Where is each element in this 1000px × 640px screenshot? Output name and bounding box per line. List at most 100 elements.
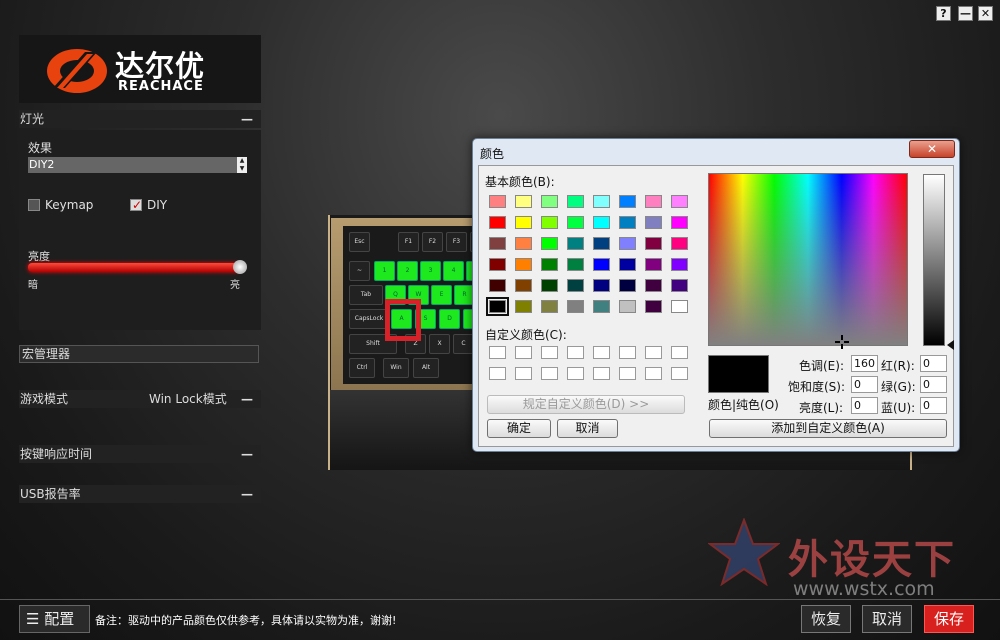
basic-color-swatch[interactable] <box>541 237 558 250</box>
basic-color-swatch[interactable] <box>515 237 532 250</box>
key[interactable]: 3 <box>420 261 441 281</box>
basic-color-swatch[interactable] <box>645 258 662 271</box>
key[interactable]: F3 <box>446 232 467 252</box>
basic-color-swatch[interactable] <box>515 258 532 271</box>
key[interactable]: 4 <box>443 261 464 281</box>
custom-color-swatch[interactable] <box>671 367 688 380</box>
basic-color-swatch[interactable] <box>619 237 636 250</box>
key[interactable]: F2 <box>422 232 443 252</box>
custom-color-swatch[interactable] <box>567 346 584 359</box>
basic-color-swatch[interactable] <box>645 216 662 229</box>
basic-color-swatch[interactable] <box>593 237 610 250</box>
basic-color-swatch[interactable] <box>619 216 636 229</box>
green-input[interactable]: 0 <box>920 376 947 393</box>
help-button[interactable]: ? <box>936 6 951 21</box>
basic-color-swatch[interactable] <box>645 300 662 313</box>
key[interactable]: X <box>429 334 450 354</box>
basic-color-swatch[interactable] <box>567 300 584 313</box>
basic-color-swatch[interactable] <box>486 297 509 316</box>
basic-color-swatch[interactable] <box>515 195 532 208</box>
luminance-input[interactable]: 0 <box>851 397 878 414</box>
custom-color-swatch[interactable] <box>515 367 532 380</box>
save-button[interactable]: 保存 <box>924 605 974 633</box>
hue-input[interactable]: 160 <box>851 355 878 372</box>
lighting-section-header[interactable]: 灯光 — <box>19 110 261 128</box>
luminance-slider[interactable] <box>923 174 945 346</box>
diy-checkbox[interactable] <box>130 199 142 211</box>
key[interactable]: CapsLock <box>349 309 389 329</box>
brightness-slider[interactable] <box>28 263 240 272</box>
basic-color-swatch[interactable] <box>593 195 610 208</box>
basic-color-swatch[interactable] <box>645 237 662 250</box>
basic-color-swatch[interactable] <box>593 300 610 313</box>
basic-color-swatch[interactable] <box>541 216 558 229</box>
basic-color-swatch[interactable] <box>567 195 584 208</box>
custom-color-swatch[interactable] <box>645 367 662 380</box>
collapse-icon[interactable]: — <box>241 110 253 128</box>
basic-color-swatch[interactable] <box>671 216 688 229</box>
add-custom-color-button[interactable]: 添加到自定义颜色(A) <box>709 419 947 438</box>
cancel-button[interactable]: 取消 <box>557 419 618 438</box>
key[interactable]: F1 <box>398 232 419 252</box>
basic-color-swatch[interactable] <box>515 279 532 292</box>
custom-color-swatch[interactable] <box>489 346 506 359</box>
basic-color-swatch[interactable] <box>619 258 636 271</box>
keymap-checkbox[interactable] <box>28 199 40 211</box>
minimize-button[interactable]: — <box>958 6 973 21</box>
custom-color-swatch[interactable] <box>593 346 610 359</box>
collapse-icon[interactable]: — <box>241 485 253 503</box>
basic-color-swatch[interactable] <box>567 258 584 271</box>
custom-color-swatch[interactable] <box>515 346 532 359</box>
key[interactable]: C <box>453 334 474 354</box>
basic-color-swatch[interactable] <box>671 258 688 271</box>
key[interactable]: 2 <box>397 261 418 281</box>
brightness-slider-handle[interactable] <box>233 260 247 274</box>
spin-arrows-icon[interactable]: ▲ ▼ <box>237 157 247 173</box>
basic-color-swatch[interactable] <box>593 258 610 271</box>
custom-color-swatch[interactable] <box>619 367 636 380</box>
custom-color-swatch[interactable] <box>619 346 636 359</box>
cancel-bottom-button[interactable]: 取消 <box>862 605 912 633</box>
luminance-arrow-icon[interactable] <box>947 340 954 350</box>
custom-color-swatch[interactable] <box>541 346 558 359</box>
basic-color-swatch[interactable] <box>489 237 506 250</box>
basic-color-swatch[interactable] <box>671 279 688 292</box>
custom-color-swatch[interactable] <box>567 367 584 380</box>
basic-color-swatch[interactable] <box>489 258 506 271</box>
dialog-close-button[interactable]: ✕ <box>909 140 955 158</box>
effect-select[interactable]: DIY2 ▲ ▼ <box>28 157 247 173</box>
saturation-input[interactable]: 0 <box>851 376 878 393</box>
basic-color-swatch[interactable] <box>567 279 584 292</box>
custom-color-swatch[interactable] <box>671 346 688 359</box>
custom-color-swatch[interactable] <box>489 367 506 380</box>
basic-color-swatch[interactable] <box>489 279 506 292</box>
response-time-section-header[interactable]: 按键响应时间 — <box>19 445 261 463</box>
key[interactable]: D <box>439 309 460 329</box>
key[interactable]: Esc <box>349 232 370 252</box>
game-mode-section-header[interactable]: 游戏模式 Win Lock模式 — <box>19 390 261 408</box>
red-input[interactable]: 0 <box>920 355 947 372</box>
basic-color-swatch[interactable] <box>541 195 558 208</box>
custom-color-swatch[interactable] <box>541 367 558 380</box>
basic-color-swatch[interactable] <box>515 216 532 229</box>
basic-color-swatch[interactable] <box>619 195 636 208</box>
basic-color-swatch[interactable] <box>541 279 558 292</box>
basic-color-swatch[interactable] <box>515 300 532 313</box>
collapse-icon[interactable]: — <box>241 445 253 463</box>
define-custom-colors-button[interactable]: 规定自定义颜色(D) >> <box>487 395 685 414</box>
basic-color-swatch[interactable] <box>567 237 584 250</box>
color-spectrum[interactable] <box>708 173 908 346</box>
key[interactable]: Tab <box>349 285 383 305</box>
basic-color-swatch[interactable] <box>541 258 558 271</box>
basic-color-swatch[interactable] <box>593 279 610 292</box>
basic-color-swatch[interactable] <box>671 300 688 313</box>
key[interactable]: Ctrl <box>349 358 375 378</box>
macro-manager-button[interactable]: 宏管理器 <box>19 345 259 363</box>
basic-color-swatch[interactable] <box>567 216 584 229</box>
basic-color-swatch[interactable] <box>619 300 636 313</box>
basic-color-swatch[interactable] <box>489 216 506 229</box>
key[interactable]: Win <box>383 358 409 378</box>
basic-color-swatch[interactable] <box>671 195 688 208</box>
basic-color-swatch[interactable] <box>489 195 506 208</box>
custom-color-swatch[interactable] <box>645 346 662 359</box>
